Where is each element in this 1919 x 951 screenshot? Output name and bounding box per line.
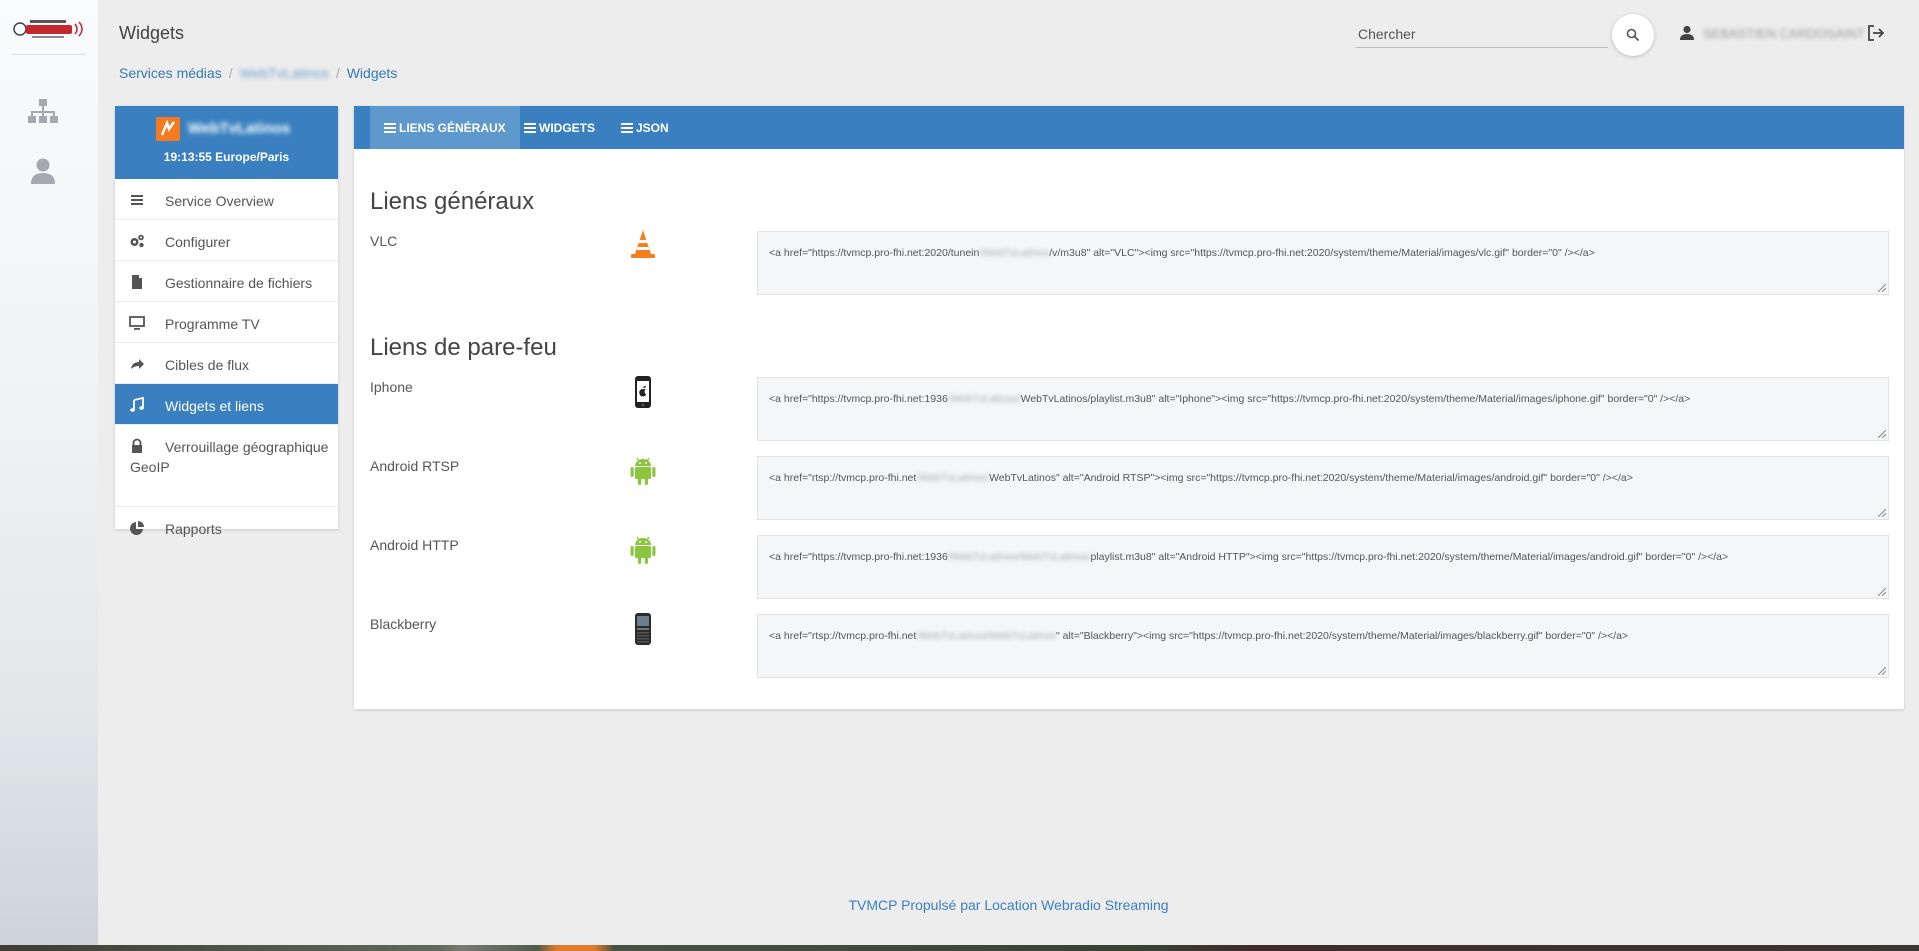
code-text: WebTvLatinos/playlist.m3u8" alt="Iphone"… — [1020, 393, 1691, 405]
rail-divider — [12, 54, 86, 55]
embed-code-android-http[interactable]: <a href="https://tvmcp.pro-fhi.net:1936/… — [757, 535, 1889, 599]
gears-icon — [130, 234, 144, 248]
embed-code-android-rtsp[interactable]: <a href="rtsp://tvmcp.pro-fhi.net/WebTvL… — [757, 456, 1889, 520]
code-text: <a href="rtsp://tvmcp.pro-fhi.net — [769, 630, 917, 642]
sidebar-item-label: Widgets et liens — [165, 398, 264, 414]
breadcrumb-services[interactable]: Services médias — [119, 65, 222, 81]
sidebar-item-geoip-lock[interactable]: Verrouillage géographique GeoIP — [115, 425, 338, 507]
sidebar-item-label: Programme TV — [165, 316, 260, 332]
code-text: /v/m3u8" alt="VLC"><img src="https://tvm… — [1049, 247, 1595, 259]
music-note-icon — [130, 397, 144, 412]
pie-chart-icon — [130, 521, 144, 535]
share-arrow-icon — [131, 359, 144, 369]
tab-label: JSON — [636, 120, 669, 135]
sitemap-icon[interactable] — [26, 94, 60, 128]
iphone-icon — [635, 376, 651, 408]
file-icon — [132, 275, 142, 289]
account-icon[interactable] — [1678, 24, 1696, 42]
code-text: WebTvLatinos" alt="Android RTSP"><img sr… — [989, 472, 1633, 484]
widgets-panel: LIENS GÉNÉRAUX WIDGETS JSON Liens généra… — [354, 106, 1904, 709]
android-icon — [630, 536, 656, 564]
station-time: 19:13:55 Europe/Paris — [163, 150, 290, 164]
link-label-android-rtsp: Android RTSP — [370, 458, 460, 474]
background-strip — [0, 945, 1919, 951]
code-redacted: /WebTvLatinos/WebTvLatinos — [916, 630, 1056, 642]
search-icon — [1626, 28, 1640, 42]
tab-general-links[interactable]: LIENS GÉNÉRAUX — [370, 106, 520, 149]
link-label-iphone: Iphone — [370, 379, 413, 395]
tab-label: LIENS GÉNÉRAUX — [399, 120, 506, 135]
service-sidebar: WebTvLatinos 19:13:55 Europe/Paris Servi… — [115, 106, 338, 537]
sidebar-item-label: Configurer — [165, 234, 231, 250]
code-text: " alt="Blackberry"><img src="https://tvm… — [1055, 630, 1629, 642]
sidebar-item-reports[interactable]: Rapports — [115, 507, 338, 548]
sidebar-item-file-manager[interactable]: Gestionnaire de fichiers — [115, 261, 338, 302]
resize-grip-icon[interactable] — [1878, 430, 1886, 438]
list-icon — [384, 122, 396, 133]
code-redacted: /WebTvLatinos/ — [916, 472, 990, 484]
station-header: WebTvLatinos 19:13:55 Europe/Paris — [115, 106, 338, 179]
embed-code-iphone[interactable]: <a href="https://tvmcp.pro-fhi.net:1936/… — [757, 377, 1889, 441]
code-redacted: /WebTvLatinos — [979, 247, 1050, 259]
station-name: WebTvLatinos — [188, 120, 291, 137]
tab-label: WIDGETS — [539, 120, 595, 135]
footer-credit[interactable]: TVMCP Propulsé par Location Webradio Str… — [0, 897, 1919, 913]
monitor-icon — [129, 316, 145, 330]
tab-json[interactable]: JSON — [607, 106, 683, 149]
vlc-cone-icon — [631, 230, 655, 258]
left-rail — [0, 0, 98, 945]
code-text: <a href="rtsp://tvmcp.pro-fhi.net — [769, 472, 917, 484]
search-button[interactable] — [1612, 14, 1654, 56]
breadcrumb-separator: / — [228, 65, 233, 81]
station-icon — [156, 117, 180, 141]
resize-grip-icon[interactable] — [1878, 667, 1886, 675]
sidebar-item-tv-program[interactable]: Programme TV — [115, 302, 338, 343]
sidebar-item-label: Cibles de flux — [165, 357, 250, 373]
blackberry-icon — [635, 613, 651, 645]
breadcrumb-station[interactable]: WebTvLatinos — [240, 65, 329, 81]
tab-bar: LIENS GÉNÉRAUX WIDGETS JSON — [354, 106, 1904, 149]
sidebar-item-label: Verrouillage géographique GeoIP — [130, 439, 329, 475]
section-firewall-links: Liens de pare-feu — [370, 334, 557, 361]
code-text: <a href="https://tvmcp.pro-fhi.net:2020/… — [769, 247, 980, 259]
embed-code-blackberry[interactable]: <a href="rtsp://tvmcp.pro-fhi.net/WebTvL… — [757, 614, 1889, 678]
logo[interactable] — [12, 16, 86, 42]
list-icon — [621, 122, 633, 133]
user-name[interactable]: SEBASTIEN CARDOSAINT — [1703, 26, 1865, 41]
resize-grip-icon[interactable] — [1878, 588, 1886, 596]
code-text: <a href="https://tvmcp.pro-fhi.net:1936 — [769, 551, 948, 563]
sidebar-item-label: Gestionnaire de fichiers — [165, 275, 313, 291]
code-text: playlist.m3u8" alt="Android HTTP"><img s… — [1090, 551, 1729, 563]
sidebar-item-service-overview[interactable]: Service Overview — [115, 179, 338, 220]
code-redacted: /WebTvLatinos/WebTvLatinos/ — [947, 551, 1091, 563]
search-input[interactable] — [1356, 22, 1608, 46]
sidebar-item-label: Rapports — [165, 521, 222, 537]
breadcrumb-current[interactable]: Widgets — [347, 65, 398, 81]
code-redacted: /WebTvLatinos/ — [947, 393, 1021, 405]
android-icon — [630, 457, 656, 485]
section-general-links: Liens généraux — [370, 188, 535, 215]
tab-widgets[interactable]: WIDGETS — [510, 106, 609, 149]
link-label-vlc: VLC — [370, 233, 398, 249]
sidebar-item-configurer[interactable]: Configurer — [115, 220, 338, 261]
resize-grip-icon[interactable] — [1878, 284, 1886, 292]
search-field[interactable] — [1356, 22, 1608, 48]
breadcrumb-separator: / — [335, 65, 340, 81]
page-title: Widgets — [119, 23, 185, 43]
list-icon — [131, 195, 143, 205]
link-label-android-http: Android HTTP — [370, 537, 459, 553]
sidebar-item-label: Service Overview — [165, 193, 274, 209]
sidebar-item-stream-targets[interactable]: Cibles de flux — [115, 343, 338, 384]
user-icon[interactable] — [26, 154, 60, 188]
resize-grip-icon[interactable] — [1878, 509, 1886, 517]
code-text: <a href="https://tvmcp.pro-fhi.net:1936 — [769, 393, 948, 405]
logout-icon[interactable] — [1866, 23, 1886, 43]
list-icon — [524, 122, 536, 133]
breadcrumb: Services médias / WebTvLatinos / Widgets — [119, 65, 397, 81]
embed-code-vlc[interactable]: <a href="https://tvmcp.pro-fhi.net:2020/… — [757, 231, 1889, 295]
sidebar-item-widgets[interactable]: Widgets et liens — [115, 384, 338, 425]
link-label-blackberry: Blackberry — [370, 616, 437, 632]
